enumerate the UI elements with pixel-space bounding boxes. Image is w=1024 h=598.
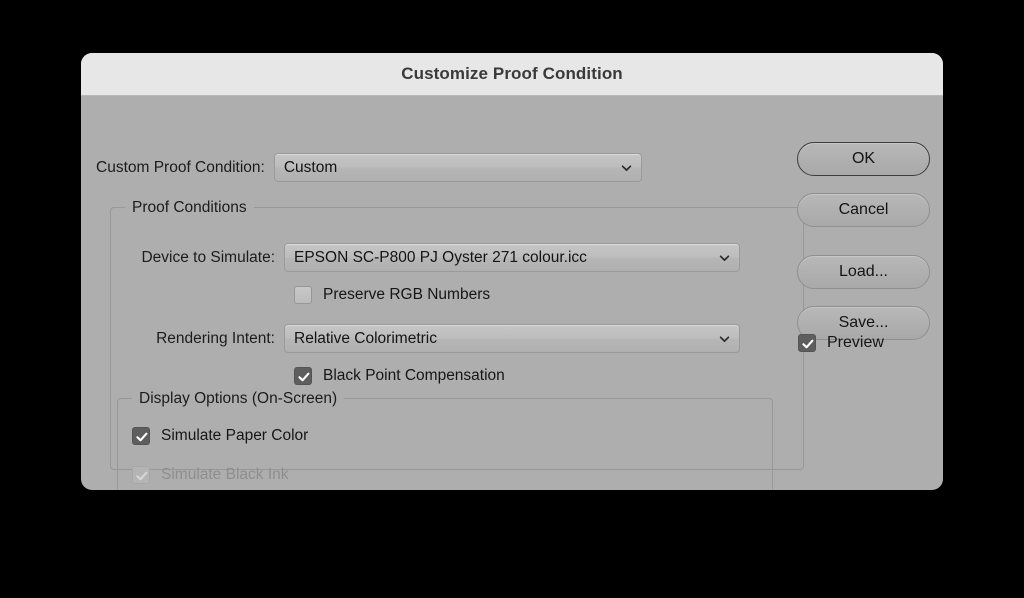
rendering-intent-value: Relative Colorimetric bbox=[294, 329, 437, 347]
custom-proof-condition-label: Custom Proof Condition: bbox=[96, 158, 265, 176]
dialog-body: Custom Proof Condition: Custom Proof Con… bbox=[81, 96, 943, 490]
simulate-paper-color-label: Simulate Paper Color bbox=[161, 427, 309, 444]
rendering-intent-row: Rendering Intent: Relative Colorimetric bbox=[111, 324, 740, 353]
device-to-simulate-label: Device to Simulate: bbox=[141, 248, 275, 266]
preserve-rgb-numbers-row[interactable]: Preserve RGB Numbers bbox=[294, 286, 490, 304]
custom-proof-condition-value: Custom bbox=[283, 158, 338, 176]
chevron-down-icon bbox=[719, 333, 730, 344]
display-options-legend: Display Options (On-Screen) bbox=[132, 390, 345, 408]
dialog-button-column: OK Cancel Load... Save... bbox=[797, 142, 930, 357]
cancel-button[interactable]: Cancel bbox=[797, 193, 930, 227]
dialog-titlebar: Customize Proof Condition bbox=[81, 53, 943, 96]
black-point-compensation-label: Black Point Compensation bbox=[323, 367, 505, 384]
simulate-paper-color-checkbox[interactable] bbox=[132, 427, 150, 445]
desktop-backdrop: Customize Proof Condition Custom Proof C… bbox=[0, 0, 1024, 598]
device-to-simulate-row: Device to Simulate: EPSON SC-P800 PJ Oys… bbox=[111, 243, 740, 272]
dialog-title: Customize Proof Condition bbox=[401, 64, 623, 83]
rendering-intent-label: Rendering Intent: bbox=[156, 329, 275, 347]
simulate-black-ink-row: Simulate Black Ink bbox=[132, 466, 289, 484]
proof-conditions-legend: Proof Conditions bbox=[125, 199, 254, 217]
black-point-compensation-checkbox[interactable] bbox=[294, 367, 312, 385]
simulate-black-ink-label: Simulate Black Ink bbox=[161, 466, 289, 483]
preserve-rgb-numbers-checkbox[interactable] bbox=[294, 286, 312, 304]
simulate-paper-color-row[interactable]: Simulate Paper Color bbox=[132, 427, 308, 445]
display-options-group: Display Options (On-Screen) Simulate Pap… bbox=[117, 390, 773, 490]
black-point-compensation-row[interactable]: Black Point Compensation bbox=[294, 367, 505, 385]
preview-checkbox[interactable] bbox=[798, 334, 816, 352]
device-to-simulate-value: EPSON SC-P800 PJ Oyster 271 colour.icc bbox=[294, 248, 587, 266]
preserve-rgb-numbers-label: Preserve RGB Numbers bbox=[323, 286, 491, 303]
simulate-black-ink-checkbox bbox=[132, 466, 150, 484]
device-to-simulate-select[interactable]: EPSON SC-P800 PJ Oyster 271 colour.icc bbox=[284, 243, 740, 272]
chevron-down-icon bbox=[719, 252, 730, 263]
custom-proof-condition-row: Custom Proof Condition: Custom bbox=[96, 153, 642, 182]
proof-conditions-group: Proof Conditions Device to Simulate: EPS… bbox=[110, 199, 804, 490]
load-button[interactable]: Load... bbox=[797, 255, 930, 289]
preview-row[interactable]: Preview bbox=[798, 334, 884, 352]
ok-button[interactable]: OK bbox=[797, 142, 930, 176]
rendering-intent-select[interactable]: Relative Colorimetric bbox=[284, 324, 740, 353]
chevron-down-icon bbox=[621, 162, 632, 173]
custom-proof-condition-select[interactable]: Custom bbox=[273, 153, 642, 182]
preview-label: Preview bbox=[827, 334, 884, 351]
customize-proof-condition-dialog: Customize Proof Condition Custom Proof C… bbox=[81, 53, 943, 490]
